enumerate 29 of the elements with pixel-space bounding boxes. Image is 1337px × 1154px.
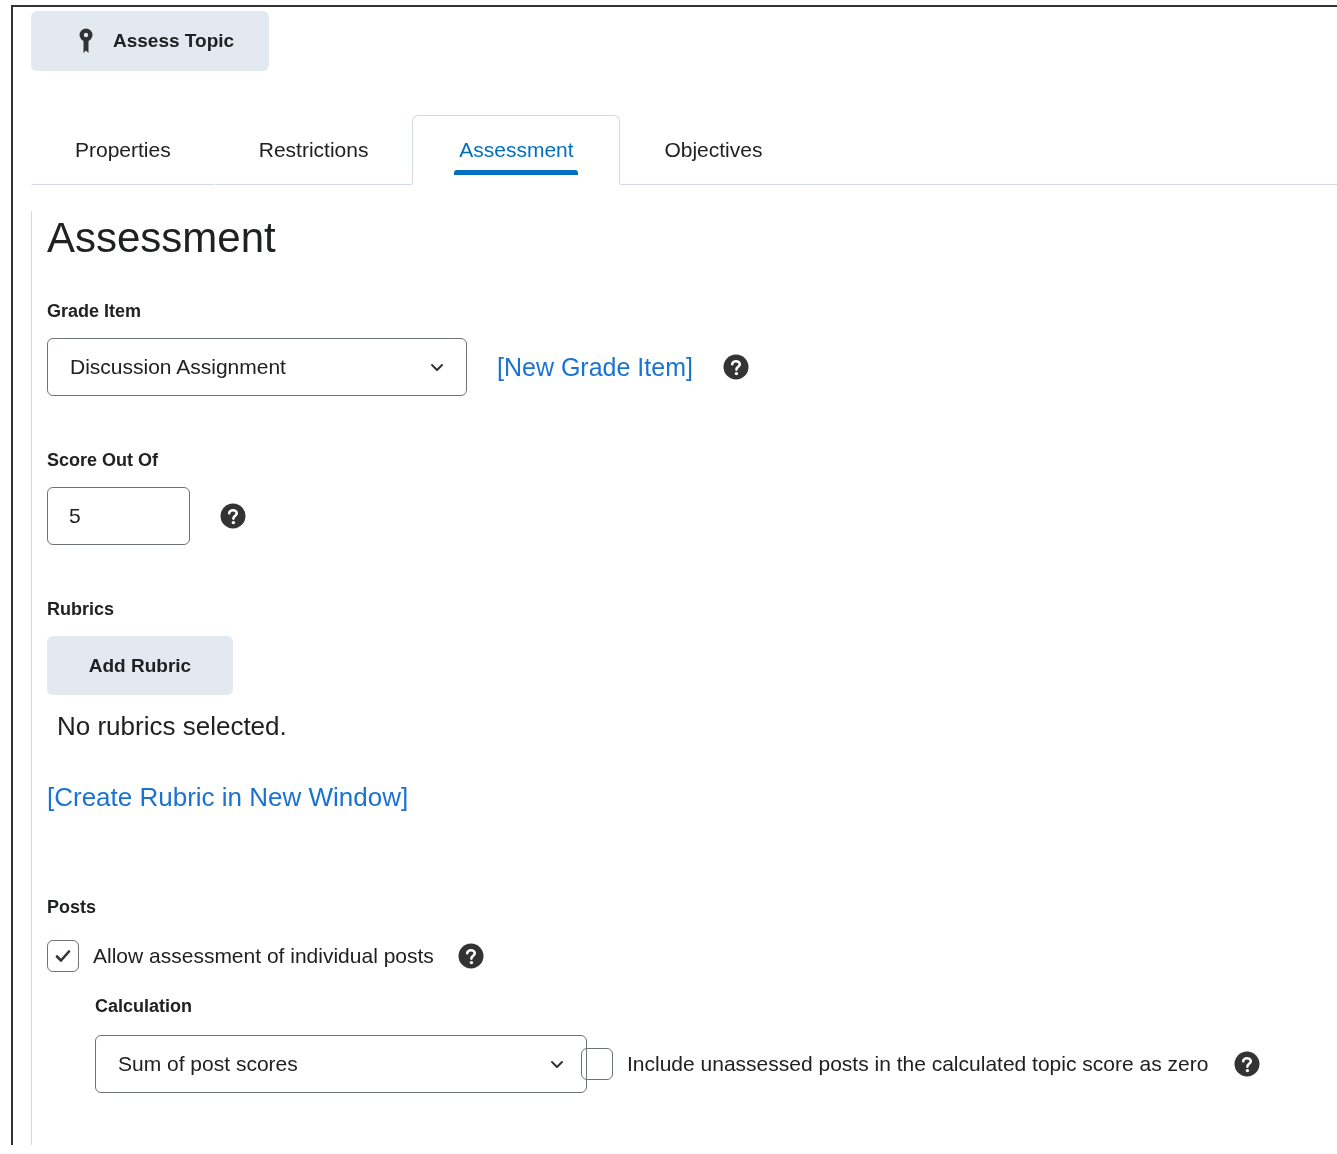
help-icon[interactable]: [1234, 1051, 1261, 1077]
score-input-field[interactable]: 5: [47, 487, 190, 545]
checkbox[interactable]: [47, 940, 79, 972]
calculation-dropdown[interactable]: Sum of post scores: [95, 1035, 587, 1093]
help-icon[interactable]: [220, 503, 246, 529]
tab[interactable]: Restrictions: [214, 115, 413, 185]
checkbox[interactable]: [581, 1048, 613, 1080]
page-heading: Assessment: [47, 213, 277, 263]
create-rubric-link[interactable]: [Create Rubric in New Window]: [47, 782, 409, 813]
assess-topic-button[interactable]: Assess Topic: [31, 11, 269, 71]
field-label: Score Out Of: [47, 450, 159, 471]
field-label: Rubrics: [47, 599, 116, 620]
tab[interactable]: Properties: [31, 115, 215, 185]
chevron-down-icon: [550, 1059, 564, 1069]
checkbox-label: Include unassessed posts in the calculated topic score as zero: [627, 1052, 1209, 1076]
tab[interactable]: Objectives: [620, 115, 807, 185]
tab[interactable]: Assessment: [412, 115, 621, 185]
new-grade-item-link[interactable]: [New Grade Item]: [497, 352, 693, 382]
no-rubrics-message: No rubrics selected.: [57, 711, 288, 742]
ribbon-award-icon: [79, 28, 93, 54]
chevron-down-icon: [430, 362, 444, 372]
grade-item-dropdown[interactable]: Discussion Assignment: [47, 338, 467, 396]
help-icon[interactable]: [457, 943, 484, 969]
field-label: Posts: [47, 897, 98, 918]
field-label: Grade Item: [47, 301, 143, 322]
add-rubric-button[interactable]: Add Rubric: [47, 636, 233, 695]
help-icon[interactable]: [722, 354, 749, 380]
checkbox-label: Allow assessment of individual posts: [93, 944, 434, 968]
field-label: Calculation: [95, 996, 193, 1017]
